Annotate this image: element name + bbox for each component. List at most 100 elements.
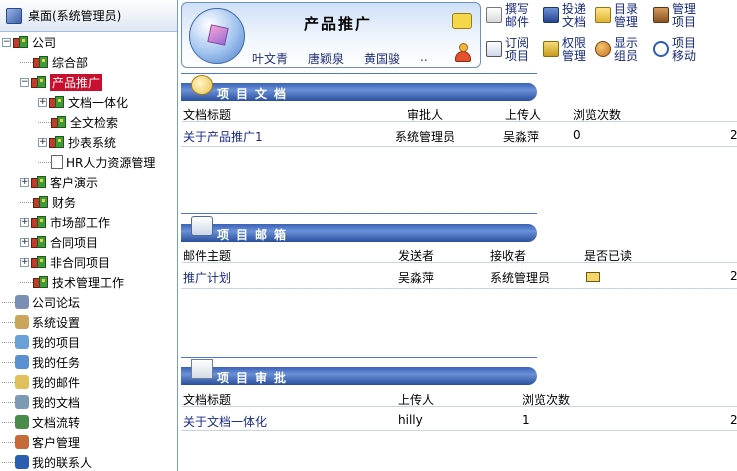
row-divider [181,430,737,431]
submit-doc-button[interactable]: 投递文档 [543,3,590,29]
subscribe-project-button[interactable]: 订阅项目 [486,37,533,63]
permission-manage-label: 权限管理 [562,36,587,63]
desktop-icon [6,7,22,24]
approval-doc-link[interactable]: 关于文档一体化 [183,413,267,430]
project-tree: 桌面(系统管理员) − 公司综合部 − 产品推广 + 文档一体化 全文检索 + 抄表系统 HR人力… [0,0,178,471]
mail-subject-link[interactable]: 推广计划 [183,269,231,286]
tree-item[interactable]: 系统设置 [2,313,80,331]
manage-project-button[interactable]: 管理项目 [653,3,700,29]
move-project-button[interactable]: 项目移动 [653,37,700,63]
module-icon [15,395,29,409]
tree-item-label: 我的联系人 [32,455,93,470]
table-row[interactable]: 关于文档一体化 hilly 1 2 [182,411,737,429]
compose-mail-button[interactable]: 撰写邮件 [486,3,533,29]
tree-item[interactable]: 我的任务 [2,353,80,371]
briefcase-icon [653,7,669,23]
tree-root[interactable]: 桌面(系统管理员) [0,0,177,32]
project-folder-icon [51,115,67,129]
permission-manage-button[interactable]: 权限管理 [543,37,590,63]
tree-item[interactable]: 我的项目 [2,333,80,351]
tree-item[interactable]: + 文档一体化 [38,93,128,111]
column-header: 上传人 [505,108,542,122]
uploader-cell: hilly [398,413,423,427]
subscribe-icon [486,41,502,57]
project-globe-icon [189,8,245,64]
person-icon[interactable] [454,43,472,63]
submit-doc-icon [543,7,559,23]
tree-item-label: 我的任务 [32,355,81,370]
section-divider [181,357,537,358]
document-icon [51,155,63,169]
tree-item-label: 合同项目 [50,235,99,250]
dir-manage-button[interactable]: 目录管理 [595,3,642,29]
tree-item[interactable]: 我的文档 [2,393,80,411]
expand-icon[interactable]: + [38,97,47,107]
collapse-icon[interactable]: − [2,37,11,47]
tree-item-label: 客户管理 [32,435,81,450]
mail-table: 邮件主题 发送者 接收者 是否已读 推广计划 吴淼萍 系统管理员 2 [182,245,737,285]
mail-section-title: 项目邮箱 [217,228,294,242]
project-banner: 产品推广 叶文青 唐颖泉 黄国骏 .. [181,2,481,68]
info-icon [653,41,669,57]
doc-section-icon [191,75,213,95]
tree-item[interactable]: 公司论坛 [2,293,80,311]
column-header: 文档标题 [183,108,232,122]
tree-item[interactable]: + 市场部工作 [20,213,110,231]
column-header: 浏览次数 [522,393,571,407]
tree-item[interactable]: + 非合同项目 [20,253,110,271]
tree-item[interactable]: − 公司 [2,33,56,51]
tree-item-label: 技术管理工作 [52,275,125,290]
tree-item[interactable]: + 抄表系统 [38,133,116,151]
table-row[interactable]: 推广计划 吴淼萍 系统管理员 2 [182,267,737,285]
module-icon [15,315,29,329]
table-header-row: 文档标题 审批人 上传人 浏览次数 [182,104,737,122]
expand-icon[interactable]: + [20,177,29,187]
expand-icon[interactable]: + [20,257,29,267]
project-folder-icon [33,195,49,209]
tree-item[interactable]: 我的邮件 [2,373,80,391]
module-icon [15,355,29,369]
column-header: 浏览次数 [573,108,622,122]
approval-section-header: 项目审批 [181,359,537,385]
tree-item[interactable]: + 合同项目 [20,233,98,251]
table-row[interactable]: 关于产品推广1 系统管理员 吴淼萍 0 2 [182,126,737,144]
tree-item[interactable]: 财务 [20,193,76,211]
approval-section-title: 项目审批 [217,371,294,385]
tree-item[interactable]: − 产品推广 [20,73,103,91]
project-title: 产品推广 [304,15,373,33]
section-divider [181,73,537,74]
expand-icon[interactable]: + [38,137,47,147]
tree-item-label: 我的文档 [32,395,81,410]
tree-item[interactable]: 技术管理工作 [20,273,124,291]
folder-icon [595,7,611,23]
collapse-icon[interactable]: − [20,77,29,87]
tree-item[interactable]: 我的联系人 [2,453,92,471]
row-divider [181,146,737,147]
expand-icon[interactable]: + [20,237,29,247]
tree-item[interactable]: 客户管理 [2,433,80,451]
doc-title-link[interactable]: 关于产品推广1 [183,128,263,145]
views-cell: 1 [522,413,530,427]
show-members-button[interactable]: 显示组员 [595,37,642,63]
member-link[interactable]: 叶文青 [252,50,288,67]
subscribe-project-label: 订阅项目 [505,36,530,63]
extra-cell: 2 [730,269,737,283]
move-project-label: 项目移动 [672,36,697,63]
mail-section-header: 项目邮箱 [181,216,537,242]
member-link[interactable]: 黄国骏 [364,50,400,67]
tree-item[interactable]: 文档流转 [2,413,80,431]
tree-item[interactable]: 全文检索 [38,113,118,131]
tree-item-label: 文档流转 [32,415,81,430]
expand-icon[interactable]: + [20,217,29,227]
member-link[interactable]: 唐颖泉 [308,50,344,67]
note-icon[interactable] [452,13,472,29]
more-members-link[interactable]: .. [420,50,428,67]
envelope-icon [586,271,600,285]
tree-item-label: HR人力资源管理 [66,155,156,170]
extra-cell: 2 [730,413,737,427]
tree-item-label: 客户演示 [50,175,99,190]
tree-item[interactable]: 综合部 [20,53,88,71]
tree-item[interactable]: + 客户演示 [20,173,98,191]
tree-item[interactable]: HR人力资源管理 [38,153,155,171]
table-header-row: 文档标题 上传人 浏览次数 [182,389,737,407]
